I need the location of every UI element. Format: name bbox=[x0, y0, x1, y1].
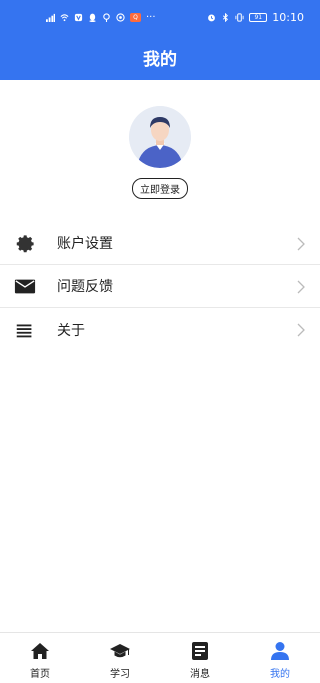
menu-item-account-settings[interactable]: 账户设置 bbox=[0, 222, 320, 265]
menu-item-feedback[interactable]: 问题反馈 bbox=[0, 265, 320, 308]
page-title: 我的 bbox=[143, 50, 177, 70]
nav-item-mine[interactable]: 我的 bbox=[240, 633, 320, 683]
graduation-cap-icon bbox=[110, 641, 130, 661]
gear-icon bbox=[13, 231, 37, 255]
header: Q ··· 91 10:10 我的 bbox=[0, 0, 320, 80]
menu-item-label: 关于 bbox=[57, 322, 85, 339]
nav-label: 我的 bbox=[270, 669, 290, 680]
menu-lines-icon bbox=[13, 318, 37, 342]
menu-list: 账户设置 问题反馈 关于 bbox=[0, 222, 320, 351]
vpn-icon bbox=[74, 13, 83, 22]
alarm-icon bbox=[207, 13, 216, 22]
nav-item-messages[interactable]: 消息 bbox=[160, 633, 240, 683]
nav-item-home[interactable]: 首页 bbox=[0, 633, 80, 683]
battery-indicator: 91 bbox=[249, 12, 268, 22]
menu-item-about[interactable]: 关于 bbox=[0, 308, 320, 351]
login-button[interactable]: 立即登录 bbox=[132, 178, 188, 199]
nav-item-study[interactable]: 学习 bbox=[80, 633, 160, 683]
qq-icon bbox=[88, 13, 97, 22]
chevron-right-icon bbox=[296, 236, 306, 251]
home-icon bbox=[30, 641, 50, 661]
profile-section: 立即登录 bbox=[0, 106, 320, 199]
more-notifications: ··· bbox=[146, 11, 156, 23]
avatar[interactable] bbox=[129, 106, 191, 168]
chevron-right-icon bbox=[296, 322, 306, 337]
person-icon bbox=[270, 641, 290, 661]
user-avatar-icon bbox=[129, 106, 191, 168]
nav-label: 首页 bbox=[30, 669, 50, 680]
app-screen: Q ··· 91 10:10 我的 立即登录 账户设置 问题反馈 关于 首页 学… bbox=[0, 0, 320, 683]
menu-item-label: 账户设置 bbox=[57, 236, 113, 252]
notification-badge: Q bbox=[130, 12, 141, 22]
status-right: 91 10:10 bbox=[207, 11, 304, 24]
location-icon bbox=[102, 12, 111, 22]
mail-icon bbox=[13, 274, 37, 298]
wifi-icon bbox=[60, 13, 69, 22]
chevron-right-icon bbox=[296, 279, 306, 294]
message-doc-icon bbox=[190, 641, 210, 661]
status-left: Q ··· bbox=[46, 12, 156, 23]
app-notification-icon bbox=[116, 12, 125, 22]
vibrate-icon bbox=[235, 12, 244, 22]
status-bar: Q ··· 91 10:10 bbox=[0, 0, 320, 34]
nav-label: 消息 bbox=[190, 669, 210, 680]
menu-item-label: 问题反馈 bbox=[57, 279, 113, 295]
signal-icon bbox=[46, 13, 55, 22]
bottom-nav: 首页 学习 消息 我的 bbox=[0, 632, 320, 683]
clock: 10:10 bbox=[272, 10, 304, 24]
bluetooth-icon bbox=[221, 12, 230, 22]
nav-label: 学习 bbox=[110, 669, 130, 680]
